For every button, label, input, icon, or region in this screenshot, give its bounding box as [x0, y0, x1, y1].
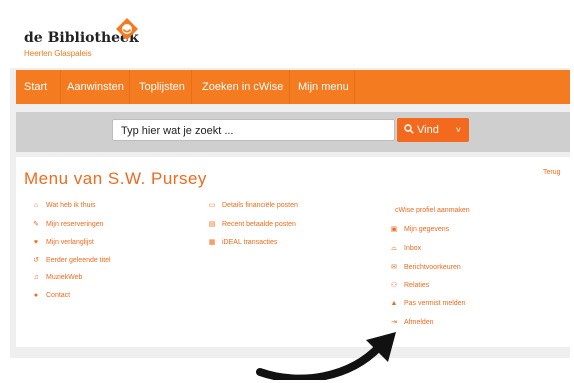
- menu-link-inbox[interactable]: ⌓ Inbox: [388, 244, 421, 254]
- envelope-icon: ✉: [391, 264, 397, 271]
- chevron-down-icon[interactable]: ˅: [456, 118, 461, 142]
- menu-link-relaties[interactable]: ⚇ Relaties: [388, 281, 429, 291]
- menu-link-mijn-reserveringen[interactable]: ✎ Mijn reserveringen: [30, 220, 104, 230]
- logo-subtitle: Heerlen Glaspaleis: [24, 49, 92, 58]
- back-link[interactable]: Terug: [543, 169, 561, 176]
- menu-link-recent-betaalde-posten[interactable]: ▤ Recent betaalde posten: [206, 220, 296, 230]
- search-input[interactable]: Typ hier wat je zoekt ...: [112, 119, 395, 141]
- nav-separator: [354, 70, 355, 104]
- menu-link-pas-vermist-melden[interactable]: ▲ Pas vermist melden: [388, 299, 466, 309]
- nav-toplijsten[interactable]: Toplijsten: [139, 70, 185, 104]
- menu-link-details-financiele-posten[interactable]: ▭ Details financiële posten: [206, 201, 298, 211]
- ideal-icon: ▦: [208, 239, 216, 246]
- payment-icon: ▤: [208, 221, 216, 228]
- nav-zoeken-in-cwise[interactable]: Zoeken in cWise: [202, 70, 283, 104]
- menu-link-mijn-gegevens[interactable]: ▣ Mijn gegevens: [388, 225, 449, 235]
- id-card-icon: ▣: [390, 226, 398, 233]
- music-icon: ♫: [33, 274, 39, 281]
- menu-link-wat-heb-ik-thuis[interactable]: ⌂ Wat heb ik thuis: [30, 201, 96, 211]
- search-button[interactable]: Vind ˅: [397, 118, 469, 142]
- chat-icon: ●: [33, 292, 39, 299]
- menu-link-berichtvoorkeuren[interactable]: ✉ Berichtvoorkeuren: [388, 263, 461, 273]
- menu-link-muziekweb[interactable]: ♫ MuziekWeb: [30, 273, 82, 283]
- users-icon: ⚇: [390, 282, 398, 289]
- main-nav: Start Aanwinsten Toplijsten Zoeken in cW…: [16, 70, 570, 104]
- warning-icon: ▲: [390, 300, 398, 307]
- reserve-icon: ✎: [33, 221, 39, 228]
- search-button-label: Vind: [417, 124, 439, 136]
- menu-link-contact[interactable]: ● Contact: [30, 291, 70, 301]
- nav-aanwinsten[interactable]: Aanwinsten: [67, 70, 124, 104]
- home-icon: ⌂: [33, 202, 39, 209]
- library-logo-icon[interactable]: [116, 18, 138, 40]
- nav-separator: [191, 70, 192, 104]
- nav-separator: [60, 70, 61, 104]
- inbox-icon: ⌓: [391, 245, 397, 252]
- search-icon: [404, 124, 414, 134]
- annotation-arrow: [256, 332, 396, 380]
- heart-icon: ♥: [33, 239, 39, 246]
- nav-separator: [129, 70, 130, 104]
- page-title: Menu van S.W. Pursey: [24, 169, 207, 188]
- history-icon: ↺: [33, 257, 39, 264]
- card-icon: ▭: [208, 202, 216, 209]
- menu-link-eerder-geleende-titel[interactable]: ↺ Eerder geleende titel: [30, 256, 111, 266]
- menu-link-mijn-verlanglijst[interactable]: ♥ Mijn verlanglijst: [30, 238, 94, 248]
- nav-mijn-menu[interactable]: Mijn menu: [298, 70, 349, 104]
- menu-link-ideal-transacties[interactable]: ▦ iDEAL transacties: [206, 238, 278, 248]
- nav-separator: [289, 70, 290, 104]
- menu-link-cwise-profiel-aanmaken[interactable]: cWise profiel aanmaken: [395, 206, 470, 216]
- nav-start[interactable]: Start: [24, 70, 47, 104]
